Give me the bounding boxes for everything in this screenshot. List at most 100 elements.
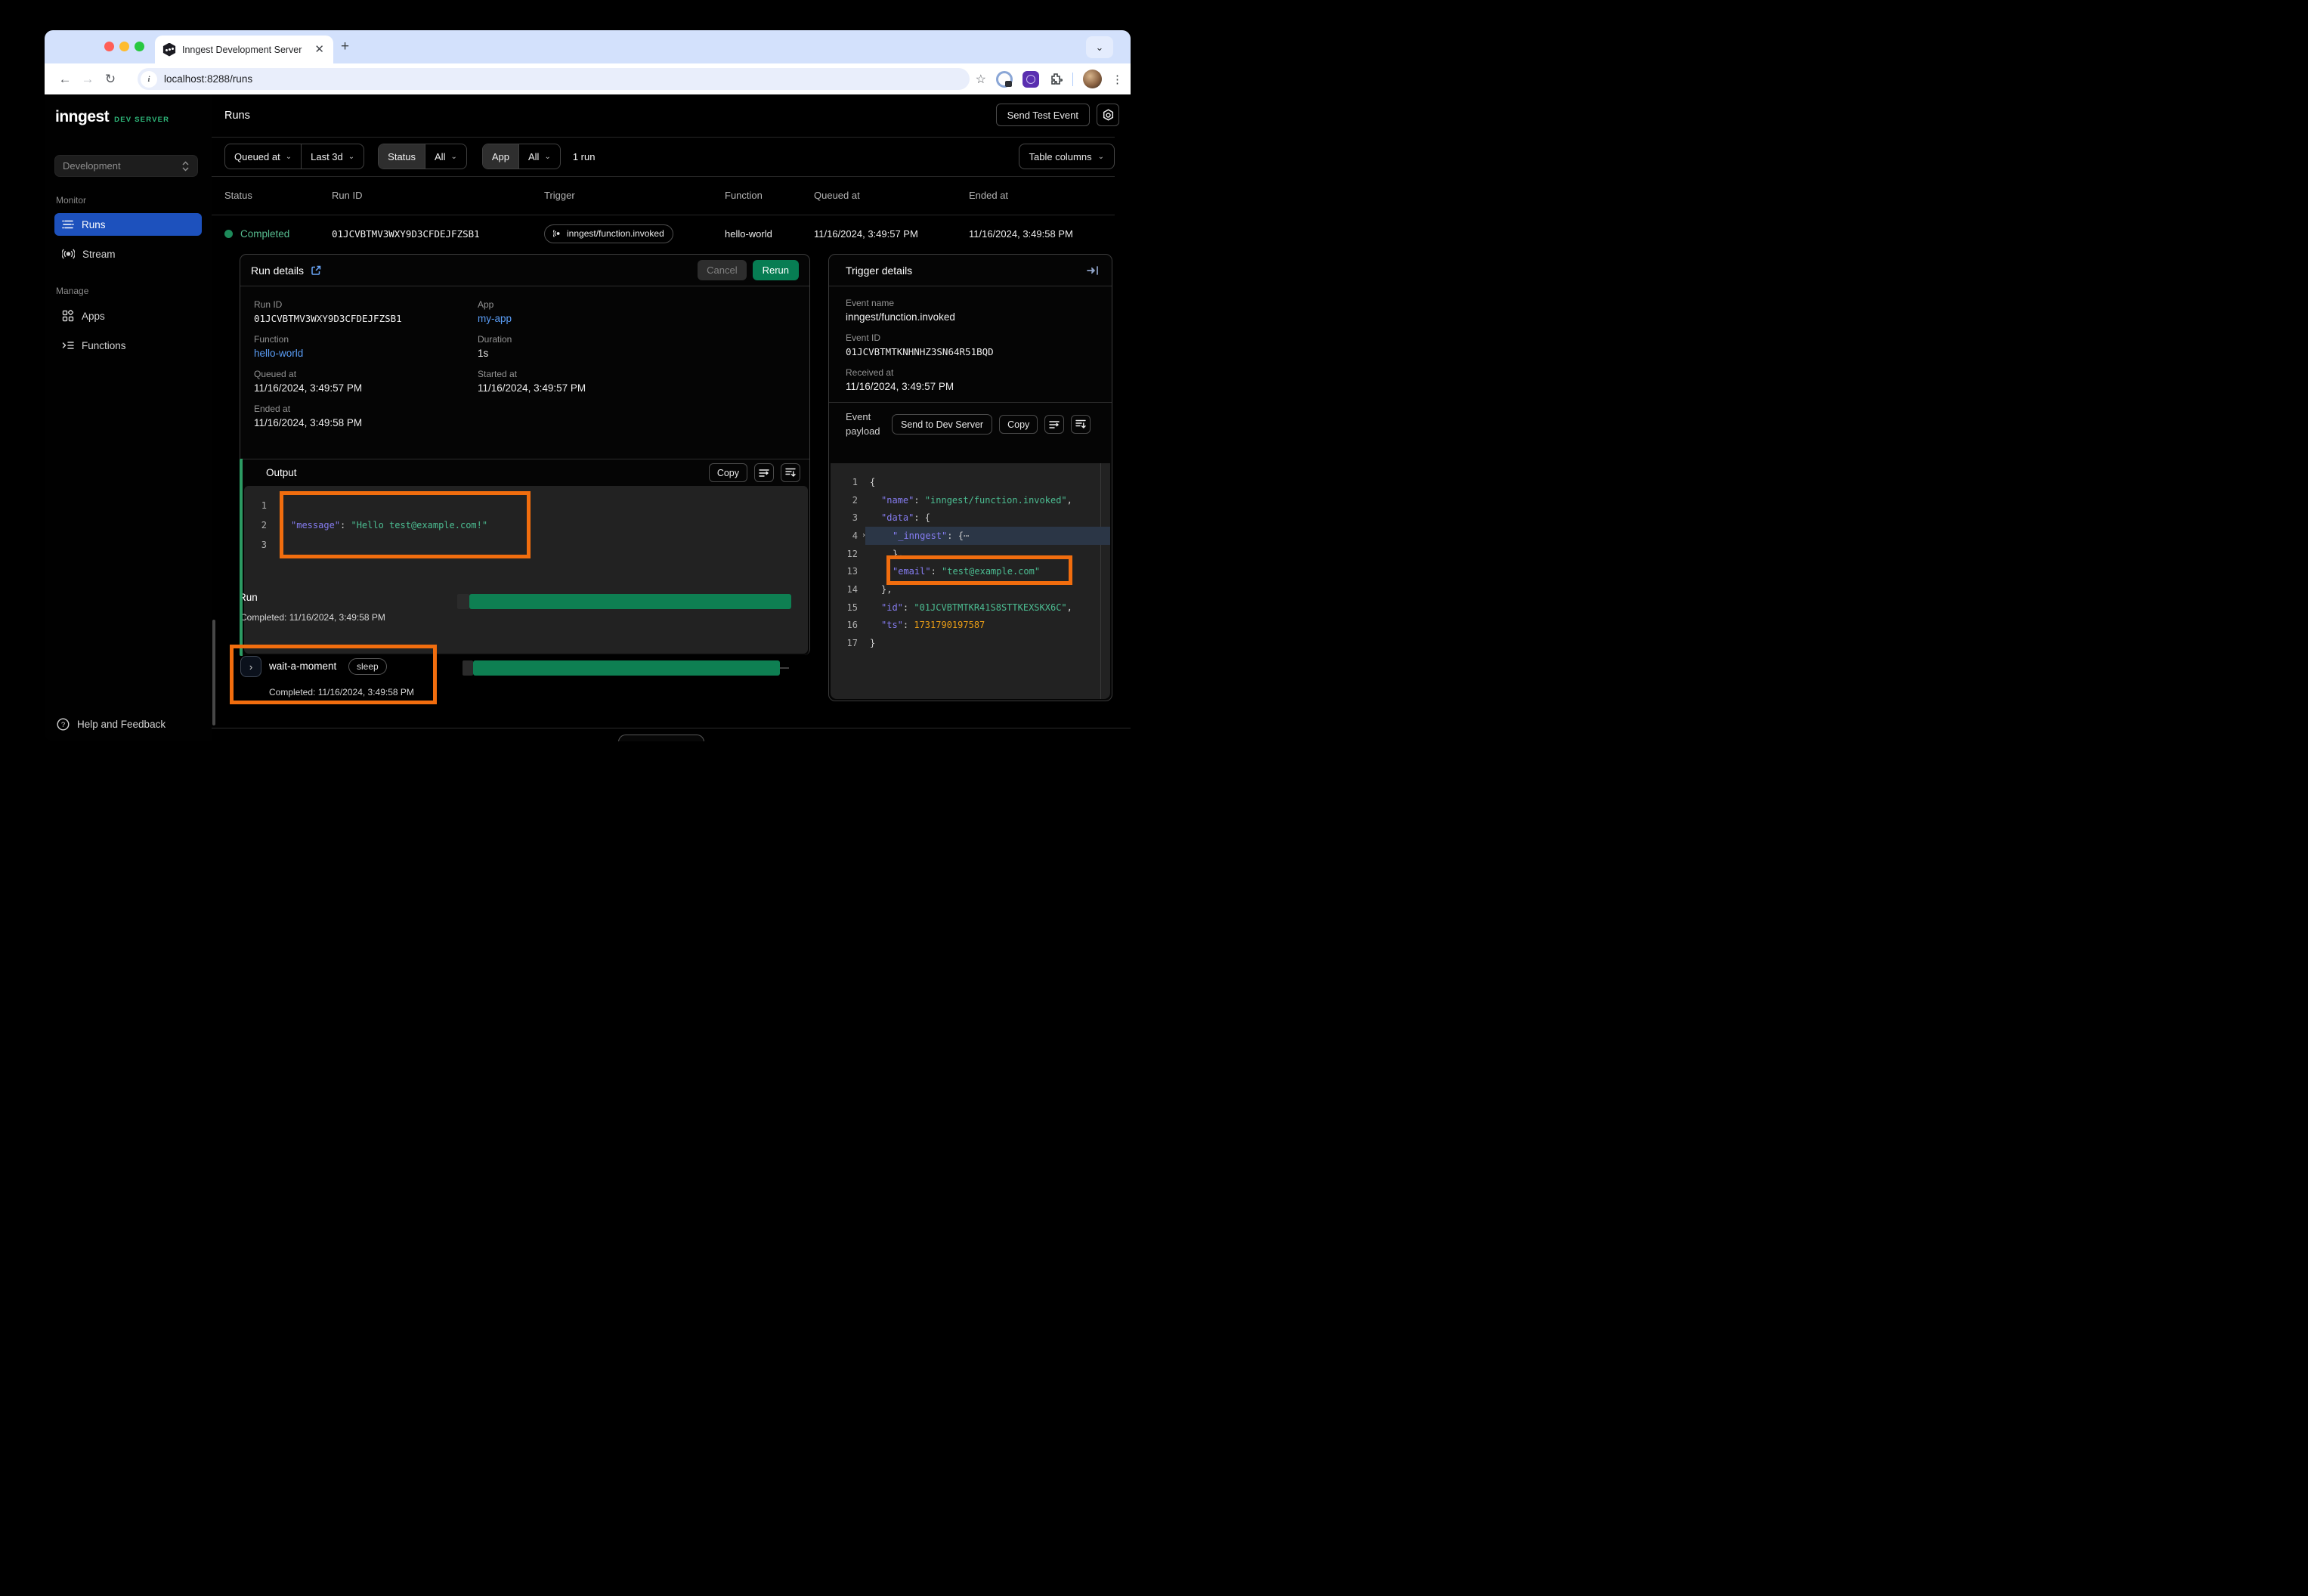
line-number: 4	[831, 530, 858, 541]
site-info-icon[interactable]: i	[141, 71, 157, 88]
workspace-select-value: Development	[63, 160, 121, 172]
payload-scrollbar-track[interactable]	[1100, 463, 1101, 699]
step-bar[interactable]	[473, 660, 780, 676]
browser-menu-icon[interactable]: ⋮	[1112, 73, 1123, 86]
sidebar-item-functions[interactable]: Functions	[54, 334, 202, 357]
collapse-chevron-icon[interactable]: ›	[858, 531, 870, 540]
column-header[interactable]: Queued at	[814, 190, 969, 201]
collapsed-button-peek[interactable]	[618, 735, 704, 741]
page-title: Runs	[224, 110, 250, 122]
sidebar-item-runs[interactable]: Runs	[54, 213, 202, 236]
annotation-output-highlight	[280, 491, 531, 558]
profile-avatar[interactable]	[1083, 70, 1102, 88]
rerun-button[interactable]: Rerun	[753, 260, 799, 280]
help-and-feedback[interactable]: ? Help and Feedback	[54, 718, 168, 731]
scroll-to-bottom-button[interactable]	[781, 463, 800, 482]
column-header[interactable]: Run ID	[332, 190, 544, 201]
output-accent-bar	[240, 459, 243, 656]
close-tab-icon[interactable]: ✕	[313, 44, 326, 55]
external-link-icon[interactable]	[311, 265, 321, 276]
send-to-dev-server-button[interactable]: Send to Dev Server	[892, 414, 992, 435]
field-value-function-link[interactable]: hello-world	[254, 348, 478, 359]
table-row[interactable]: Completed 01JCVBTMV3WXY9D3CFDEJFZSB1 inn…	[224, 215, 1115, 252]
wrap-lines-button[interactable]	[1044, 415, 1064, 434]
toolbar-divider	[1072, 73, 1073, 86]
copy-output-button[interactable]: Copy	[709, 463, 747, 482]
dev-server-badge: DEV SERVER	[114, 116, 169, 124]
copy-payload-button[interactable]: Copy	[999, 415, 1038, 434]
bookmark-star-icon[interactable]: ☆	[976, 72, 986, 87]
output-title: Output	[266, 467, 297, 478]
inngest-logo: inngest	[55, 108, 109, 126]
field-value-app-link[interactable]: my-app	[478, 313, 796, 324]
scroll-bottom-icon	[785, 468, 796, 478]
traffic-light-zoom[interactable]	[135, 42, 144, 51]
svg-text:?: ?	[61, 721, 65, 729]
code-text: }	[870, 638, 875, 648]
functions-icon	[62, 340, 74, 351]
column-header[interactable]: Trigger	[544, 190, 725, 201]
address-bar[interactable]: i localhost:8288/runs	[138, 68, 970, 90]
settings-button[interactable]	[1097, 104, 1119, 126]
chevron-down-icon: ⌄	[450, 153, 456, 161]
timeline-run-bar[interactable]	[469, 594, 791, 609]
field-label: Duration	[478, 334, 796, 345]
time-filter-group: Queued at⌄ Last 3d⌄	[224, 144, 364, 169]
time-field-filter[interactable]: Queued at⌄	[225, 144, 301, 169]
cancel-button[interactable]: Cancel	[698, 260, 746, 280]
browser-tab[interactable]: Inngest Development Server ✕	[155, 36, 333, 63]
collapse-panel-icon[interactable]	[1087, 265, 1100, 276]
time-range-filter[interactable]: Last 3d⌄	[301, 144, 364, 169]
row-queued-at: 11/16/2024, 3:49:57 PM	[814, 228, 969, 240]
traffic-light-close[interactable]	[104, 42, 114, 51]
line-number: 16	[831, 620, 858, 630]
column-header[interactable]: Status	[224, 190, 332, 201]
row-function: hello-world	[725, 228, 814, 240]
password-manager-extension-icon[interactable]	[996, 71, 1013, 88]
field-label: Started at	[478, 369, 796, 379]
purple-extension-icon[interactable]	[1023, 71, 1039, 88]
sidebar-item-apps[interactable]: Apps	[54, 305, 202, 327]
new-tab-button[interactable]: +	[341, 39, 349, 54]
tab-search-chevron-icon[interactable]: ⌄	[1086, 36, 1113, 58]
app-filter-value[interactable]: All⌄	[518, 144, 560, 169]
scrollbar-thumb[interactable]	[212, 620, 215, 725]
traffic-light-minimize[interactable]	[119, 42, 129, 51]
timeline-run-bar-nub	[457, 594, 469, 609]
scroll-bottom-icon	[1075, 419, 1086, 429]
step-bar-tick	[780, 667, 789, 669]
column-header[interactable]: Ended at	[969, 190, 1115, 201]
workspace-select[interactable]: Development	[54, 155, 198, 177]
scroll-to-bottom-button[interactable]	[1071, 415, 1091, 434]
url-text[interactable]: localhost:8288/runs	[164, 73, 252, 85]
tab-title: Inngest Development Server	[182, 45, 307, 55]
field-value-started-at: 11/16/2024, 3:49:57 PM	[478, 382, 796, 394]
app-filter-label: App	[483, 144, 518, 169]
received-at-value: 11/16/2024, 3:49:57 PM	[846, 381, 1095, 392]
inngest-app: inngest DEV SERVER Development Monitor R…	[45, 94, 1131, 741]
back-icon[interactable]: ←	[54, 72, 76, 87]
browser-window: Inngest Development Server ✕ + ⌄ ← → ↻ i…	[45, 30, 1131, 741]
code-text: {	[870, 477, 875, 487]
table-columns-button[interactable]: Table columns⌄	[1019, 144, 1115, 169]
app-filter-group: App All⌄	[482, 144, 561, 169]
code-text: "ts": 1731790197587	[870, 620, 985, 630]
row-status: Completed	[240, 228, 289, 240]
event-payload-label: Event payload	[846, 410, 885, 439]
received-at-label: Received at	[846, 367, 1095, 378]
wrap-lines-button[interactable]	[754, 463, 774, 482]
chevron-down-icon: ⌄	[544, 153, 550, 161]
code-line: 15"id": "01JCVBTMTKR41S8STTKEXSKX6C",	[831, 598, 1110, 617]
forward-icon[interactable]: →	[76, 72, 99, 87]
status-filter-value[interactable]: All⌄	[425, 144, 466, 169]
send-test-event-button[interactable]: Send Test Event	[996, 104, 1090, 126]
column-header[interactable]: Function	[725, 190, 814, 201]
reload-icon[interactable]: ↻	[99, 72, 122, 87]
sidebar-item-stream[interactable]: Stream	[54, 243, 202, 265]
event-icon	[553, 229, 562, 238]
extensions-puzzle-icon[interactable]	[1049, 73, 1063, 86]
line-number: 17	[831, 638, 858, 648]
trigger-badge[interactable]: inngest/function.invoked	[544, 224, 673, 243]
runs-icon	[62, 219, 74, 230]
line-number: 13	[831, 566, 858, 577]
